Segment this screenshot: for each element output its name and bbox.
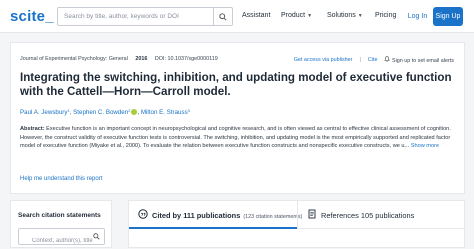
- abstract-text: Executive function is an important conce…: [20, 126, 451, 149]
- abstract: Abstract: Executive function is an impor…: [20, 125, 458, 151]
- help-understand-link[interactable]: Help me understand this report: [20, 176, 102, 182]
- citation-search-title: Search citation statements: [18, 212, 101, 219]
- search-icon: [219, 12, 227, 21]
- nav-assistant[interactable]: Assistant: [242, 12, 270, 19]
- citation-search-input[interactable]: [19, 233, 93, 249]
- search-icon[interactable]: [93, 233, 100, 240]
- show-more-link[interactable]: Show more: [411, 143, 439, 149]
- author-list: Paul A. Jewsbury1, Stephen C. Bowden2, M…: [20, 108, 190, 116]
- signup-button[interactable]: Sign Up: [433, 7, 463, 26]
- cited-by-label: Cited by 111 publications: [152, 211, 241, 220]
- citation-tabs: Cited by 111 publications (123 citation s…: [128, 200, 465, 248]
- tab-cited-by[interactable]: Cited by 111 publications (123 citation s…: [129, 201, 302, 229]
- references-label: References 105 publications: [321, 211, 415, 220]
- author-affiliation: 3: [187, 108, 190, 113]
- access-publisher-link[interactable]: Get access via publisher: [294, 57, 353, 63]
- document-icon: [308, 209, 316, 219]
- nav-pricing[interactable]: Pricing: [375, 12, 396, 19]
- top-navbar: scite_ Assistant Product▼ Solutions▼ Pri…: [0, 0, 474, 33]
- quote-bubble-icon: [138, 209, 148, 219]
- cite-link[interactable]: Cite: [368, 57, 378, 63]
- paper-card: Journal of Experimental Psychology: Gene…: [10, 42, 465, 194]
- access-publisher-label: Get access via publisher: [293, 57, 353, 63]
- nav-product-label: Product: [281, 12, 306, 19]
- search-box: [57, 7, 233, 26]
- bell-icon: [384, 56, 391, 62]
- journal-name: Journal of Experimental Psychology: Gene…: [20, 56, 128, 62]
- chevron-down-icon: ▼: [307, 13, 313, 19]
- nav-solutions-label: Solutions: [327, 12, 356, 19]
- author-link[interactable]: Milton E. Strauss3: [140, 108, 190, 116]
- author-name: Stephen C. Bowden: [73, 109, 129, 116]
- publication-year: 2016: [135, 56, 148, 62]
- search-input[interactable]: [58, 8, 213, 25]
- search-button[interactable]: [213, 8, 232, 25]
- paper-actions: Get access via publisher | Cite Sign up …: [293, 56, 454, 64]
- login-button[interactable]: Log In: [404, 7, 431, 26]
- author-name: Paul A. Jewsbury: [20, 109, 68, 116]
- doi: DOI: 10.1037/xge0000119: [154, 56, 218, 62]
- nav-product[interactable]: Product ▼: [281, 12, 312, 19]
- tab-references[interactable]: References 105 publications: [297, 201, 465, 229]
- abstract-label: Abstract:: [20, 126, 45, 132]
- email-alerts-link[interactable]: Sign up to set email alerts: [384, 56, 454, 64]
- nav-solutions[interactable]: Solutions ▼: [327, 12, 363, 19]
- citation-search-box: [18, 228, 105, 249]
- chevron-down-icon: ▼: [357, 13, 363, 19]
- citation-statements-count: (123 citation statements): [243, 214, 303, 220]
- scite-logo[interactable]: scite_: [10, 8, 54, 25]
- author-link[interactable]: Paul A. Jewsbury1: [20, 108, 70, 116]
- author-name: Milton E. Strauss: [140, 109, 188, 116]
- citation-search-panel: Search citation statements: [10, 200, 112, 249]
- paper-meta: Journal of Experimental Psychology: Gene…: [20, 56, 218, 62]
- paper-title: Integrating the switching, inhibition, a…: [20, 71, 452, 98]
- author-affiliation: 2: [128, 108, 131, 113]
- author-link[interactable]: Stephen C. Bowden2: [73, 108, 131, 116]
- email-alerts-label: Sign up to set email alerts: [391, 58, 454, 64]
